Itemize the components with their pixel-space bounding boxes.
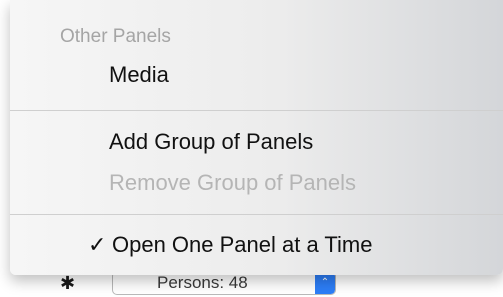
- menu-item-label: Open One Panel at a Time: [112, 232, 373, 257]
- gear-icon[interactable]: ✱: [60, 274, 75, 292]
- persons-popup-label: Persons: 48: [157, 273, 248, 292]
- chevron-updown-icon: ⌃: [315, 272, 335, 294]
- menu-item-media[interactable]: Media: [109, 62, 169, 88]
- menu-separator: [10, 110, 503, 111]
- section-label-other-panels: Other Panels: [60, 26, 171, 47]
- menu-separator: [10, 214, 503, 215]
- checkmark-icon: ✓: [88, 232, 107, 257]
- context-menu: Other Panels Media Add Group of Panels R…: [10, 0, 503, 275]
- screen: ✱ Persons: 48 ⌃ Other Panels Media Add G…: [0, 0, 503, 297]
- menu-item-remove-group-of-panels: Remove Group of Panels: [109, 170, 357, 195]
- menu-item-add-group-of-panels[interactable]: Add Group of Panels: [109, 129, 313, 155]
- menu-item-open-one-panel-at-a-time[interactable]: ✓ Open One Panel at a Time: [88, 232, 373, 258]
